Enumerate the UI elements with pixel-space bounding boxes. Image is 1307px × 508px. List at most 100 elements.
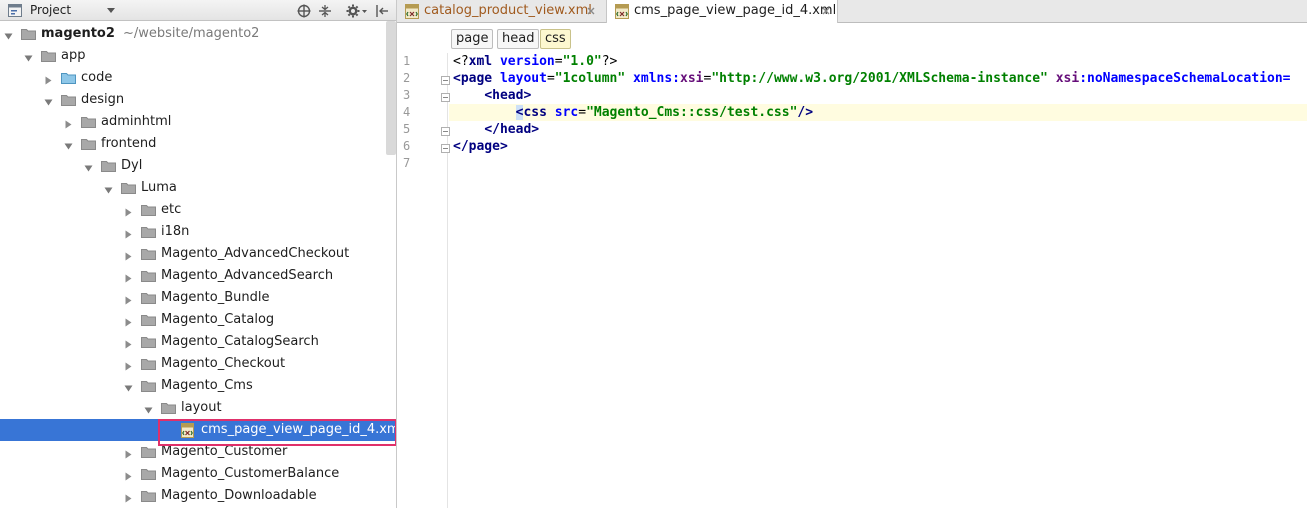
expand-arrow-right-icon[interactable] — [124, 206, 133, 217]
breadcrumb-css[interactable]: css — [540, 29, 571, 49]
expand-arrow-down-icon[interactable] — [4, 30, 13, 40]
project-panel-title[interactable]: Project — [30, 3, 71, 17]
code-line[interactable]: <head> — [453, 87, 531, 104]
line-number-gutter: 1 2 3 4 5 6 7 — [397, 53, 450, 508]
code-token: "http://www.w3.org/2001/XMLSchema-instan… — [711, 71, 1048, 86]
tree-folder-item[interactable]: adminhtml — [0, 111, 396, 133]
tree-item-label: Magento_CatalogSearch — [161, 334, 319, 349]
dropdown-arrow-icon[interactable] — [105, 4, 117, 16]
expand-arrow-down-icon[interactable] — [104, 184, 113, 194]
tree-folder-item[interactable]: Luma — [0, 177, 396, 199]
expand-arrow-right-icon[interactable] — [124, 228, 133, 239]
expand-arrow-right-icon[interactable] — [44, 74, 53, 85]
expand-arrow-right-icon[interactable] — [124, 294, 133, 305]
breadcrumb-head[interactable]: head — [497, 29, 540, 49]
tree-item-label: magento2 — [41, 26, 115, 41]
expand-arrow-down-icon[interactable] — [24, 52, 33, 62]
tree-folder-item[interactable]: Magento_Bundle — [0, 287, 396, 309]
code-line[interactable]: <css src="Magento_Cms::css/test.css"/> — [453, 104, 813, 121]
expand-arrow-right-icon[interactable] — [124, 316, 133, 327]
tree-folder-item[interactable]: Dyl — [0, 155, 396, 177]
tree-item-label: frontend — [101, 136, 157, 151]
tree-folder-item[interactable]: Magento_Downloadable — [0, 485, 396, 507]
expand-arrow-down-icon[interactable] — [44, 96, 53, 106]
tree-item-label: layout — [181, 400, 222, 415]
collapse-icon[interactable] — [316, 2, 334, 19]
code-token: = — [546, 71, 555, 86]
expand-arrow-down-icon[interactable] — [64, 140, 73, 150]
close-icon[interactable] — [585, 5, 597, 17]
expand-arrow-right-icon[interactable] — [124, 360, 133, 371]
tree-item-label: cms_page_view_page_id_4.xml — [201, 422, 397, 437]
expand-arrow-right-icon[interactable] — [64, 118, 73, 129]
expand-arrow-down-icon[interactable] — [124, 382, 133, 392]
code-line[interactable]: </page> — [453, 138, 508, 155]
code-line[interactable]: <?xml version="1.0"?> — [453, 53, 617, 70]
tree-item-label: i18n — [161, 224, 190, 239]
code-token: css — [523, 105, 555, 120]
tree-item-label: Magento_Downloadable — [161, 488, 317, 503]
tree-folder-item[interactable]: Magento_AdvancedSearch — [0, 265, 396, 287]
folder-icon — [101, 160, 116, 172]
code-token: <head> — [484, 88, 532, 103]
tree-folder-item[interactable]: code — [0, 67, 396, 89]
tree-item-label: design — [81, 92, 125, 107]
project-toolbar: Project — [0, 0, 396, 21]
tree-folder-item[interactable]: Magento_AdvancedCheckout — [0, 243, 396, 265]
breadcrumb-page[interactable]: page — [451, 29, 494, 49]
expand-arrow-right-icon[interactable] — [124, 272, 133, 283]
tab-cms-page-view-page-id-4[interactable]: cms_page_view_page_id_4.xml — [606, 0, 838, 24]
hide-icon[interactable] — [373, 2, 391, 19]
expand-arrow-right-icon[interactable] — [124, 250, 133, 261]
code-token: <page — [453, 71, 500, 86]
code-token: "1column" — [554, 71, 626, 86]
tree-folder-item[interactable]: app — [0, 45, 396, 67]
expand-arrow-right-icon[interactable] — [124, 448, 133, 459]
code-line[interactable]: </head> — [453, 121, 539, 138]
tree-file-item[interactable]: cms_page_view_page_id_4.xml — [0, 419, 396, 441]
tree-folder-item[interactable]: frontend — [0, 133, 396, 155]
tree-item-label: Magento_Cms — [161, 378, 253, 393]
tree-folder-item[interactable]: design — [0, 89, 396, 111]
code-area[interactable]: <?xml version="1.0"?> <page layout="1colu… — [449, 53, 1307, 508]
expand-arrow-down-icon[interactable] — [144, 404, 153, 414]
tree-folder-item[interactable]: etc — [0, 199, 396, 221]
tree-item-label: Luma — [141, 180, 177, 195]
code-token: xsi — [680, 71, 704, 86]
tab-label: catalog_product_view.xml — [424, 3, 592, 18]
tree-folder-item[interactable]: Magento_Cms — [0, 375, 396, 397]
tab-label: cms_page_view_page_id_4.xml — [634, 3, 837, 18]
tree-folder-item[interactable]: Magento_CatalogSearch — [0, 331, 396, 353]
code-line[interactable]: <page layout="1column" xmlns:xsi="http:/… — [453, 70, 1291, 87]
folder-icon — [141, 314, 156, 326]
source-folder-icon — [61, 72, 76, 84]
code-token: </page> — [453, 139, 508, 154]
tree-folder-item[interactable]: magento2 ~/website/magento2 — [0, 23, 396, 45]
tree-item-label: adminhtml — [101, 114, 172, 129]
tree-folder-item[interactable]: Magento_Checkout — [0, 353, 396, 375]
close-icon[interactable] — [820, 5, 832, 17]
settings-icon[interactable] — [345, 2, 369, 19]
folder-icon — [141, 248, 156, 260]
tree-folder-item[interactable]: Magento_Catalog — [0, 309, 396, 331]
tree-scrollbar[interactable] — [386, 21, 396, 155]
folder-icon — [61, 94, 76, 106]
expand-arrow-right-icon[interactable] — [124, 492, 133, 503]
tree-folder-item[interactable]: Magento_CustomerBalance — [0, 463, 396, 485]
tree-folder-item[interactable]: layout — [0, 397, 396, 419]
expand-arrow-down-icon[interactable] — [84, 162, 93, 172]
expand-arrow-right-icon[interactable] — [124, 338, 133, 349]
tab-catalog-product-view[interactable]: catalog_product_view.xml — [397, 0, 606, 23]
expand-arrow-right-icon[interactable] — [124, 470, 133, 481]
code-token: = — [554, 54, 563, 69]
folder-icon — [141, 358, 156, 370]
tree-folder-item[interactable]: Magento_Customer — [0, 441, 396, 463]
tree-folder-item[interactable]: i18n — [0, 221, 396, 243]
target-icon[interactable] — [295, 2, 313, 19]
code-token: xsi — [1055, 71, 1080, 86]
tree-item-label: Magento_AdvancedCheckout — [161, 246, 350, 261]
folder-icon — [141, 446, 156, 458]
